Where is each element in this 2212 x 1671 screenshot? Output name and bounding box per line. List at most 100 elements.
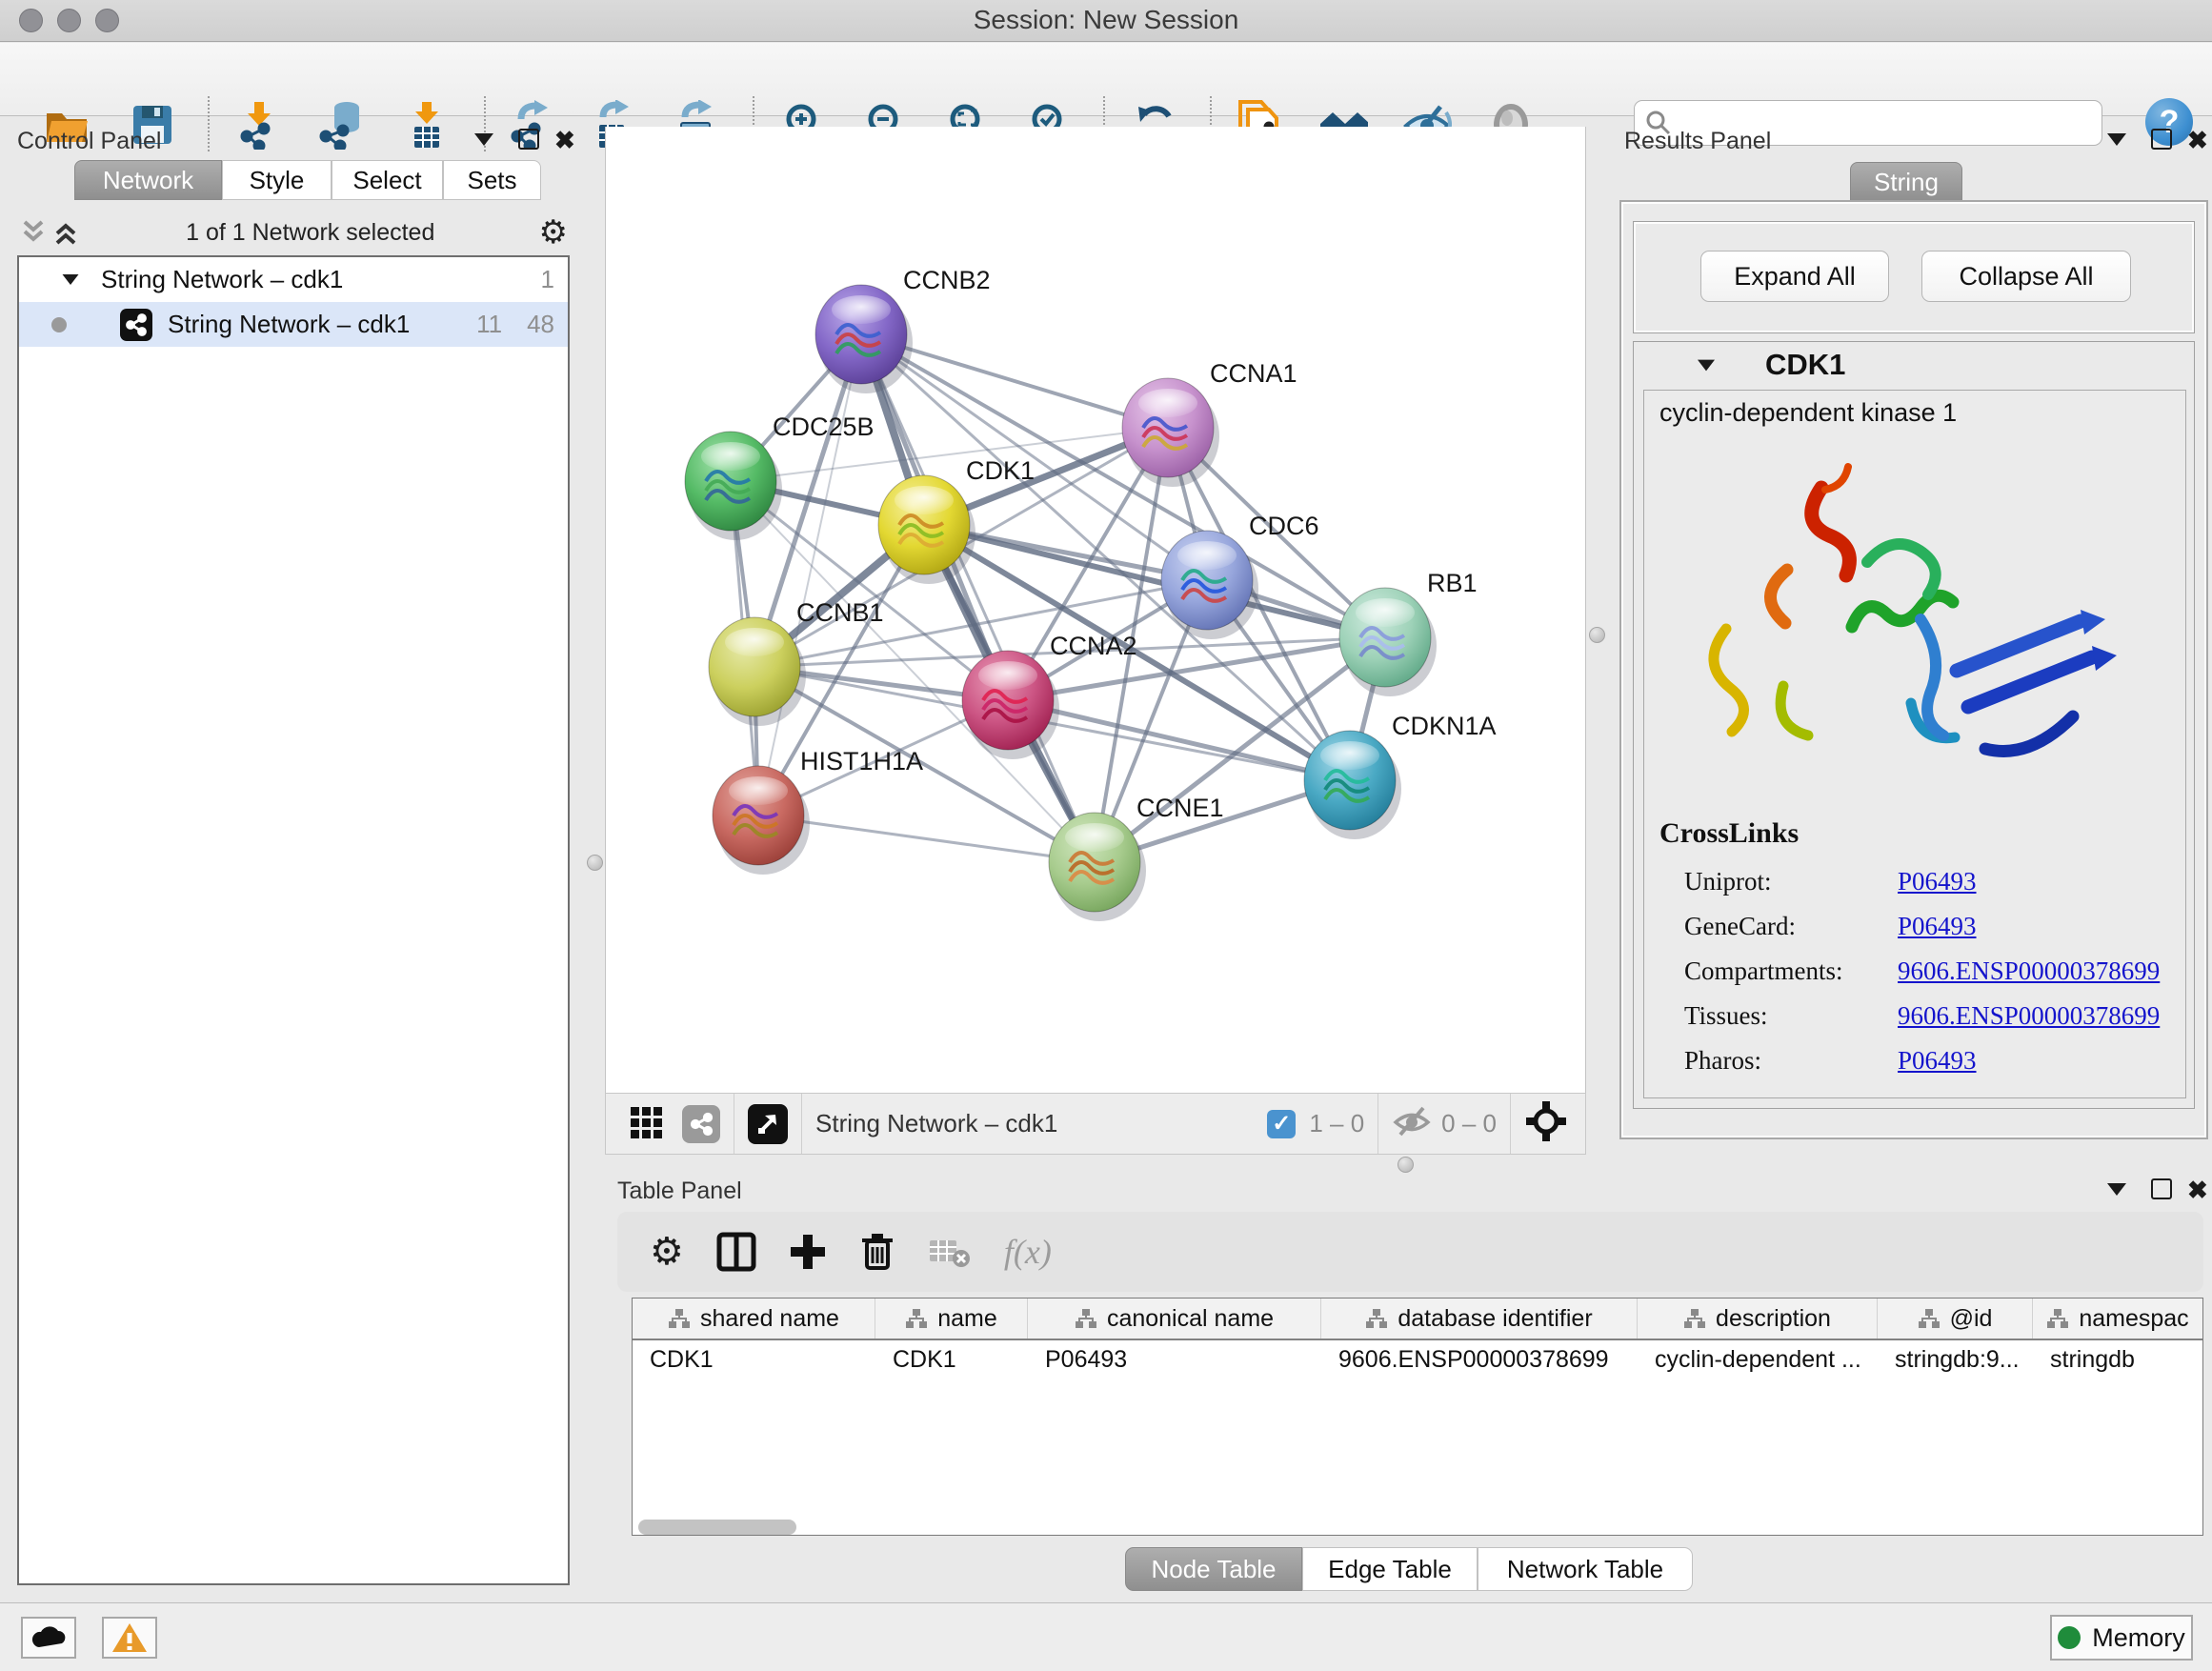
column-header[interactable]: @id bbox=[1878, 1299, 2033, 1339]
node-gloss bbox=[978, 661, 1037, 690]
node-table: shared name name canonical name database… bbox=[632, 1298, 2203, 1536]
crosslink-link[interactable]: P06493 bbox=[1898, 867, 1977, 896]
show-columns-icon[interactable] bbox=[716, 1232, 756, 1272]
edge-CCNB2-HIST1H1A[interactable] bbox=[758, 334, 861, 815]
column-header[interactable]: shared name bbox=[633, 1299, 875, 1339]
control-panel-close-icon[interactable]: ✖ bbox=[554, 126, 575, 155]
network-node-CCNE1[interactable]: CCNE1 bbox=[1049, 794, 1224, 921]
node-gloss bbox=[1138, 389, 1197, 417]
node-label-CCNB2: CCNB2 bbox=[903, 266, 991, 294]
fit-selected-crosshair-icon[interactable] bbox=[1524, 1099, 1568, 1148]
tab-style[interactable]: Style bbox=[222, 160, 332, 200]
crosslink-label: GeneCard: bbox=[1684, 912, 1796, 940]
gene-result-header[interactable]: CDK1 bbox=[1634, 342, 2194, 388]
node-label-CCNE1: CCNE1 bbox=[1136, 794, 1224, 822]
edge-CCNB2-CCNE1[interactable] bbox=[861, 334, 1095, 862]
gene-collapse-icon[interactable] bbox=[1698, 359, 1715, 371]
network-node-RB1[interactable]: RB1 bbox=[1339, 569, 1478, 696]
minimize-window-icon[interactable] bbox=[57, 9, 81, 32]
table-panel-close-icon[interactable]: ✖ bbox=[2187, 1176, 2208, 1205]
tab-network-table[interactable]: Network Table bbox=[1478, 1547, 1693, 1591]
close-window-icon[interactable] bbox=[19, 9, 43, 32]
network-current-dot-icon bbox=[51, 317, 67, 332]
node-gloss bbox=[1177, 541, 1237, 570]
network-options-gear-icon[interactable]: ⚙ bbox=[539, 213, 568, 252]
network-list: String Network – cdk1 1 String Network –… bbox=[17, 255, 570, 1585]
table-horizontal-scrollbar[interactable] bbox=[638, 1520, 796, 1535]
network-canvas[interactable]: CCNB2CCNA1CDC25BCDK1CDC6RB1CCNB1CCNA2CDK… bbox=[605, 127, 1586, 1093]
hidden-counts: 0 – 0 bbox=[1441, 1109, 1497, 1138]
memory-button[interactable]: Memory bbox=[2050, 1615, 2193, 1661]
hidden-eye-icon[interactable] bbox=[1392, 1104, 1432, 1143]
column-type-icon bbox=[905, 1308, 928, 1329]
selected-nodes-checkbox[interactable]: ✓ bbox=[1267, 1110, 1296, 1138]
footer-network-name: String Network – cdk1 bbox=[815, 1109, 1057, 1138]
table-options-gear-icon[interactable]: ⚙ bbox=[650, 1230, 684, 1274]
crosslink-link[interactable]: P06493 bbox=[1898, 912, 1977, 941]
table-panel-float-icon[interactable] bbox=[2151, 1178, 2172, 1199]
zoom-window-icon[interactable] bbox=[95, 9, 119, 32]
cell-namespace: stringdb bbox=[2033, 1340, 2202, 1380]
tab-network[interactable]: Network bbox=[74, 160, 222, 200]
results-panel-menu-icon[interactable] bbox=[2107, 133, 2126, 146]
collection-expand-icon[interactable] bbox=[63, 274, 79, 285]
column-header[interactable]: database identifier bbox=[1321, 1299, 1638, 1339]
network-node-CDKN1A[interactable]: CDKN1A bbox=[1304, 712, 1497, 839]
expand-all-button[interactable]: Expand All bbox=[1700, 251, 1889, 302]
collapse-all-networks-icon[interactable] bbox=[17, 218, 50, 247]
network-node-HIST1H1A[interactable]: HIST1H1A bbox=[713, 747, 923, 875]
tab-select[interactable]: Select bbox=[332, 160, 443, 200]
network-node-CDK1[interactable]: CDK1 bbox=[878, 456, 1035, 584]
node-gloss bbox=[895, 486, 954, 514]
table-row[interactable]: CDK1 CDK1 P06493 9606.ENSP00000378699 cy… bbox=[633, 1340, 2202, 1380]
crosslink-label: Tissues: bbox=[1684, 1001, 1768, 1030]
network-overview-icon[interactable] bbox=[682, 1105, 720, 1143]
crosslink-link[interactable]: P06493 bbox=[1898, 1046, 1977, 1076]
node-label-CDKN1A: CDKN1A bbox=[1392, 712, 1497, 740]
cell-name: CDK1 bbox=[875, 1340, 1028, 1380]
expand-all-networks-icon[interactable] bbox=[50, 218, 82, 247]
tab-node-table[interactable]: Node Table bbox=[1125, 1547, 1302, 1591]
column-type-icon bbox=[1918, 1308, 1941, 1329]
delete-column-icon[interactable] bbox=[859, 1232, 895, 1272]
birds-eye-view-icon[interactable] bbox=[629, 1103, 665, 1144]
tab-string[interactable]: String bbox=[1850, 162, 1962, 202]
warning-button[interactable] bbox=[102, 1617, 157, 1659]
control-panel-title: Control Panel bbox=[17, 128, 161, 155]
crosslink-link[interactable]: 9606.ENSP00000378699 bbox=[1898, 956, 2160, 986]
tab-edge-table[interactable]: Edge Table bbox=[1302, 1547, 1478, 1591]
results-panel-float-icon[interactable] bbox=[2151, 129, 2172, 150]
column-header[interactable]: canonical name bbox=[1028, 1299, 1321, 1339]
network-node-CDC6[interactable]: CDC6 bbox=[1161, 512, 1319, 639]
right-splitter-handle[interactable] bbox=[1589, 627, 1605, 643]
crosslinks-section: CrossLinks Uniprot: P06493 GeneCard: P06… bbox=[1659, 817, 1799, 850]
results-panel-close-icon[interactable]: ✖ bbox=[2187, 126, 2208, 155]
bottom-splitter-handle[interactable] bbox=[1398, 1157, 1414, 1173]
add-column-icon[interactable] bbox=[789, 1233, 827, 1271]
memory-label: Memory bbox=[2092, 1623, 2185, 1653]
column-type-icon bbox=[668, 1308, 691, 1329]
gene-result-box: CDK1 cyclin-dependent kinase 1 bbox=[1633, 341, 2195, 1109]
tab-sets[interactable]: Sets bbox=[443, 160, 541, 200]
column-header[interactable]: name bbox=[875, 1299, 1028, 1339]
network-collection-row[interactable]: String Network – cdk1 1 bbox=[19, 257, 568, 302]
network-node-count: 11 bbox=[476, 310, 502, 339]
left-splitter-handle[interactable] bbox=[587, 855, 603, 871]
table-tabs: Node TableEdge TableNetwork Table bbox=[1125, 1547, 1693, 1591]
delete-table-icon[interactable] bbox=[928, 1235, 972, 1269]
function-builder-icon[interactable]: f(x) bbox=[1004, 1232, 1052, 1272]
control-panel-float-icon[interactable] bbox=[518, 129, 539, 150]
column-type-icon bbox=[1075, 1308, 1097, 1329]
table-header-row: shared name name canonical name database… bbox=[633, 1299, 2202, 1340]
control-panel-menu-icon[interactable] bbox=[474, 133, 493, 146]
column-header[interactable]: description bbox=[1638, 1299, 1878, 1339]
open-in-new-window-icon[interactable] bbox=[748, 1104, 788, 1144]
results-panel: Results Panel ✖ String Expand All Collap… bbox=[1610, 124, 2212, 1172]
collapse-all-button[interactable]: Collapse All bbox=[1921, 251, 2131, 302]
column-header[interactable]: namespac bbox=[2033, 1299, 2202, 1339]
crosslink-link[interactable]: 9606.ENSP00000378699 bbox=[1898, 1001, 2160, 1031]
network-selection-status: 1 of 1 Network selected bbox=[82, 219, 539, 247]
cloud-sync-button[interactable] bbox=[21, 1617, 76, 1659]
table-panel-menu-icon[interactable] bbox=[2107, 1183, 2126, 1196]
network-row[interactable]: String Network – cdk1 11 48 bbox=[19, 302, 568, 347]
